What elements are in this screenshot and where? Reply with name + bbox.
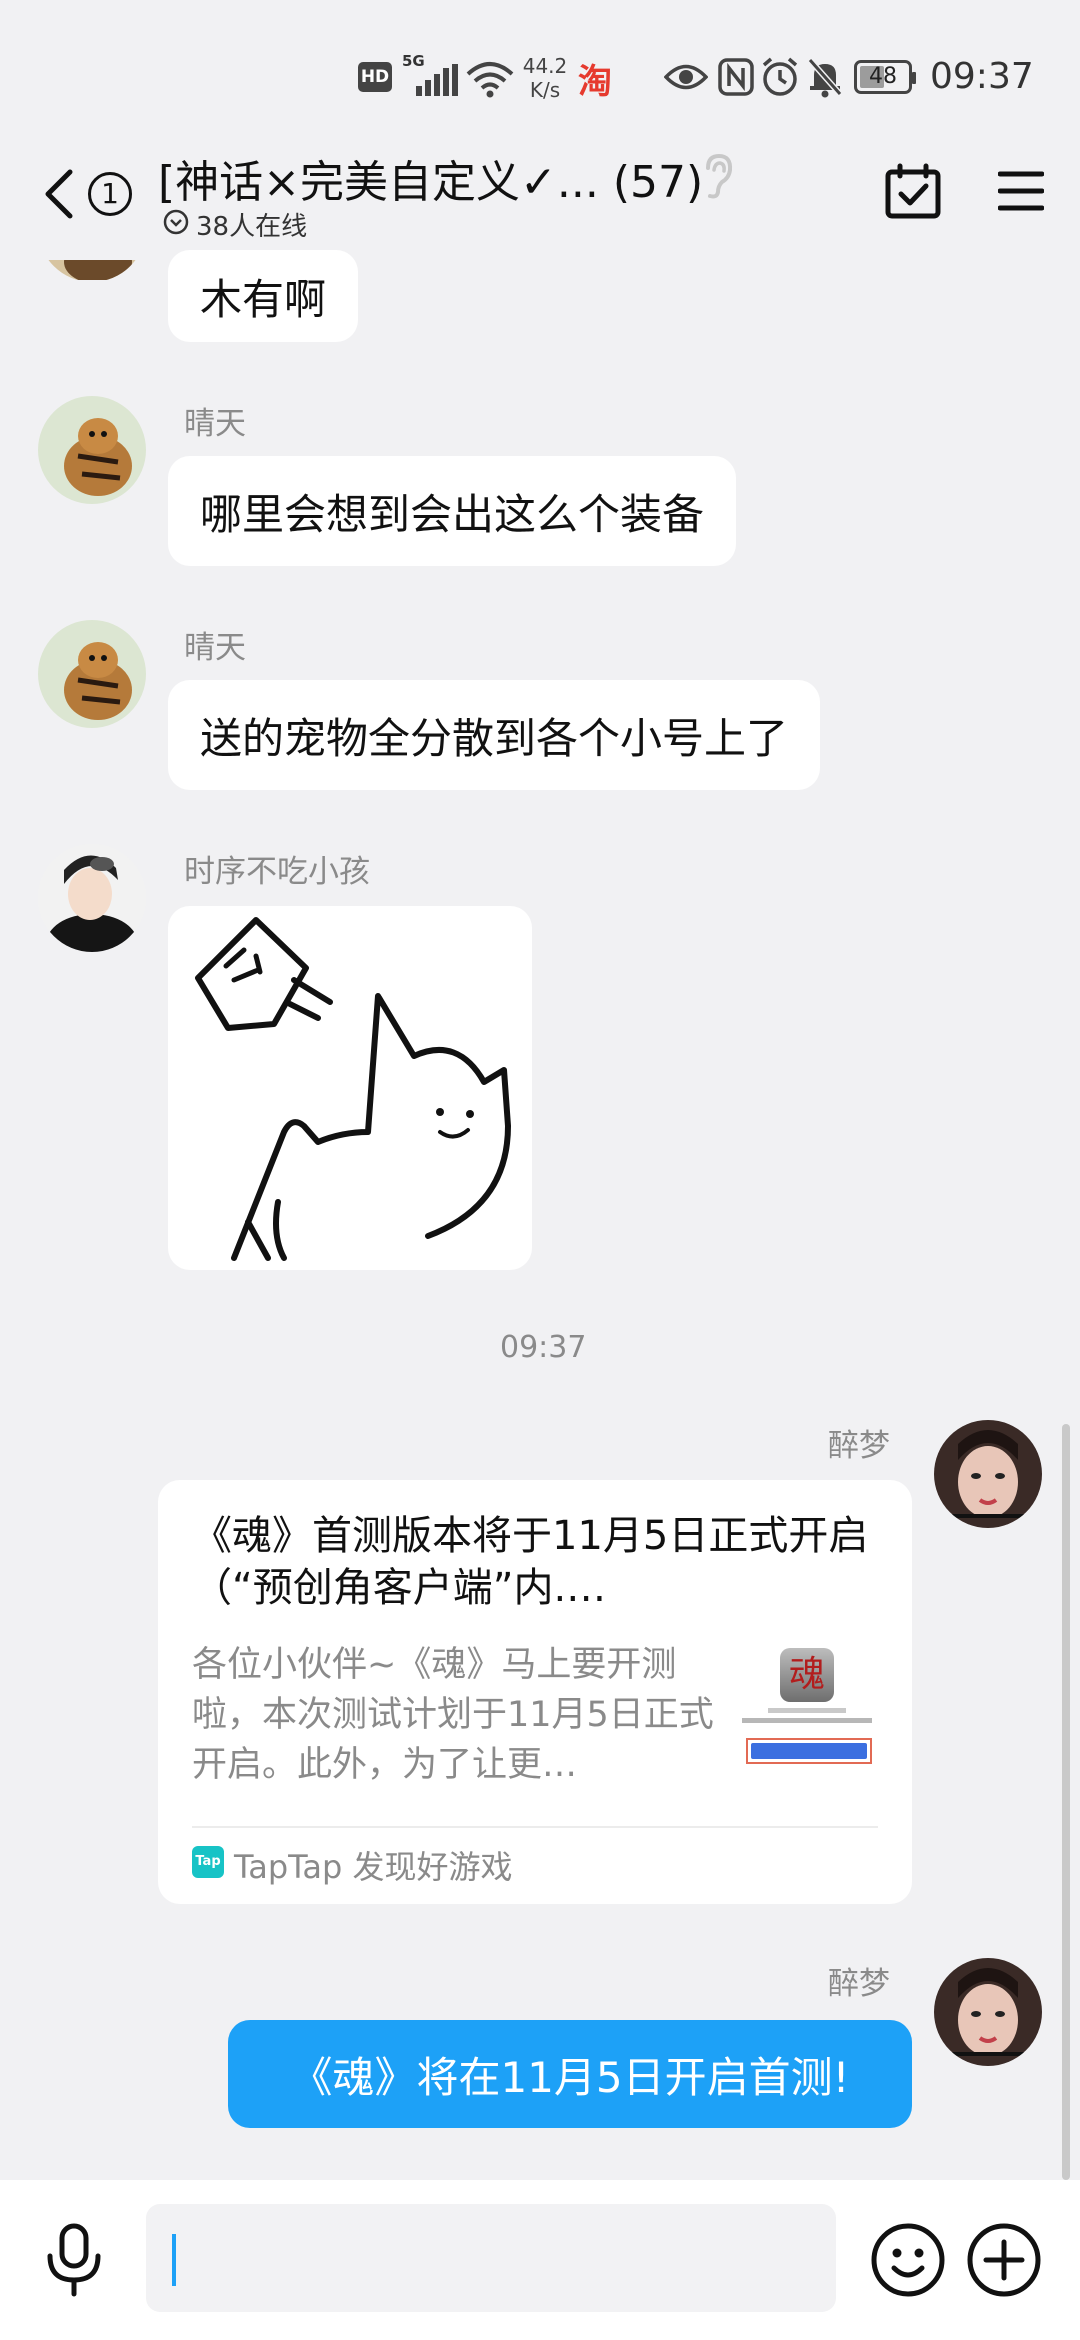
unread-count-badge[interactable]: 1 bbox=[88, 172, 132, 216]
card-source: TapTap 发现好游戏 bbox=[234, 1848, 513, 1886]
taobao-icon: 淘 bbox=[578, 62, 612, 102]
alarm-icon bbox=[762, 57, 798, 96]
eye-icon bbox=[664, 64, 708, 90]
message-bubble[interactable]: 送的宠物全分散到各个小号上了 bbox=[168, 680, 821, 790]
scrollbar[interactable] bbox=[1062, 1424, 1070, 2180]
sender-name: 晴天 bbox=[184, 630, 246, 666]
message-timestamp: 09:37 bbox=[500, 1330, 587, 1365]
emoji-icon[interactable] bbox=[870, 2222, 946, 2298]
avatar[interactable] bbox=[934, 1958, 1042, 2066]
message-bubble[interactable]: 木有啊 bbox=[168, 250, 359, 342]
avatar[interactable] bbox=[38, 620, 146, 728]
online-check-icon bbox=[163, 209, 189, 235]
nfc-icon bbox=[718, 58, 754, 96]
mic-icon[interactable] bbox=[44, 2222, 104, 2298]
card-thumbnail: 魂 bbox=[738, 1642, 876, 1774]
signal-icon: 5G bbox=[402, 52, 458, 96]
outgoing-message-bubble[interactable]: 《魂》将在11月5日开启首测! bbox=[228, 2020, 912, 2128]
chat-title[interactable]: [神话×完美自定义✓... (57) bbox=[158, 146, 703, 210]
avatar[interactable] bbox=[934, 1420, 1042, 1528]
message-bubble[interactable]: 哪里会想到会出这么个装备 bbox=[168, 456, 737, 566]
avatar[interactable] bbox=[38, 396, 146, 504]
card-divider bbox=[192, 1826, 878, 1828]
card-description: 各位小伙伴~《魂》马上要开测啦，本次测试计划于11月5日正式开启。此外，为了让更… bbox=[192, 1645, 714, 1785]
sender-name: 晴天 bbox=[184, 406, 246, 442]
calendar-check-icon[interactable] bbox=[884, 162, 942, 220]
hd-icon: HD bbox=[358, 62, 392, 92]
sender-name: 醉梦 bbox=[828, 1966, 890, 2002]
message-input[interactable] bbox=[146, 2204, 836, 2312]
plus-icon[interactable] bbox=[966, 2222, 1042, 2298]
avatar[interactable] bbox=[38, 844, 146, 952]
back-icon[interactable] bbox=[42, 168, 76, 220]
game-logo-icon: 魂 bbox=[780, 1648, 834, 1702]
network-speed: 44.2 K/s bbox=[522, 54, 568, 102]
cat-sticker[interactable] bbox=[168, 906, 532, 1270]
text-caret bbox=[172, 2234, 176, 2286]
sender-name: 醉梦 bbox=[828, 1428, 890, 1464]
clock: 09:37 bbox=[930, 56, 1034, 97]
mute-bell-icon bbox=[807, 58, 843, 98]
battery-icon: 48 bbox=[854, 60, 916, 94]
online-count[interactable]: 38人在线 bbox=[196, 206, 307, 243]
menu-icon[interactable] bbox=[998, 170, 1044, 212]
card-title: 《魂》首测版本将于11月5日正式开启（“预创角客户端”内.… bbox=[192, 1513, 869, 1611]
ear-icon[interactable] bbox=[700, 152, 734, 200]
sender-name: 时序不吃小孩 bbox=[184, 854, 370, 890]
status-bar: HD 5G 44.2 K/s 淘 48 09:37 bbox=[0, 40, 1080, 120]
taptap-icon: Tap bbox=[192, 1846, 224, 1878]
wifi-icon bbox=[466, 62, 514, 98]
shared-link-card[interactable]: 《魂》首测版本将于11月5日正式开启（“预创角客户端”内.… 各位小伙伴~《魂》… bbox=[158, 1480, 912, 1904]
